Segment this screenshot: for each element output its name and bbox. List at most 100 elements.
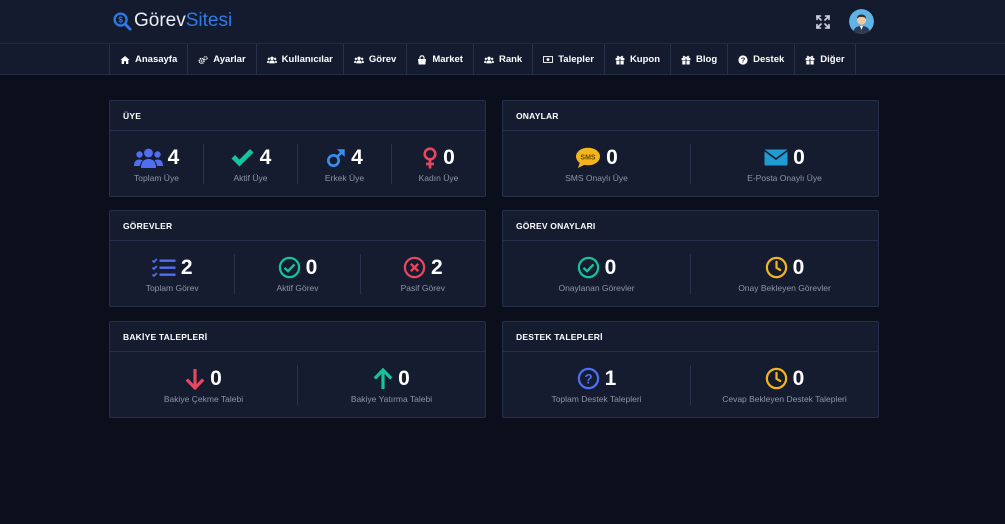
stat-top: 0 [422,146,455,170]
card-bakiye-talepleri: BAKİYE TALEPLERİ 0 Bakiye Çekme Talebi 0… [109,321,486,418]
stats-row: SMS 0 SMS Onaylı Üye 0 E-Posta Onaylı Üye [503,131,878,197]
stats-row: 4 Toplam Üye 4 Aktif Üye 4 Erkek Üye 0 K… [110,131,485,197]
stats-row: ? 1 Toplam Destek Talepleri 0 Cevap Bekle… [503,352,878,418]
users-icon [266,56,277,63]
users-icon [353,56,364,63]
stat-item: 0 Cevap Bekleyen Destek Talepleri [691,365,878,405]
stat-value: 0 [443,145,455,169]
stat-top: ? 1 [577,366,617,391]
shopping-bag-icon [418,54,427,64]
nav-item-rank[interactable]: Rank [474,44,534,75]
card-title: BAKİYE TALEPLERİ [110,322,485,352]
top-bar: $ Görev Sitesi [0,0,1005,44]
stat-item: 0 E-Posta Onaylı Üye [691,144,878,184]
stat-top: 0 [577,255,617,280]
stat-top: SMS 0 [575,146,618,170]
stat-item: 2 Pasif Görev [361,254,485,294]
stat-label: Pasif Görev [400,282,446,293]
stat-value: 1 [604,366,617,390]
clock-icon [765,367,787,390]
stat-label: SMS Onaylı Üye [565,172,628,183]
nav-item-talepler[interactable]: Talepler [533,44,605,75]
users-icon [483,56,494,63]
stat-label: Aktif Üye [233,172,268,183]
question-circle-icon: ? [577,367,599,390]
main-nav-bar: Anasayfa Ayarlar Kullanıcılar Görev Market Ra… [0,44,1005,75]
fullscreen-icon[interactable] [815,14,831,30]
nav-item-destek[interactable]: ? Destek [728,44,796,75]
stat-top: 0 [765,255,805,280]
nav-label: Destek [753,54,785,65]
stat-item: 0 Onaylanan Görevler [503,254,691,294]
stat-item: SMS 0 SMS Onaylı Üye [503,144,691,184]
stat-item: 2 Toplam Görev [110,254,236,294]
stat-label: Kadın Üye [418,172,459,183]
check-icon [231,148,254,166]
nav-icon [483,55,494,65]
nav-label: Talepler [558,54,594,65]
card-destek-talepleri: DESTEK TALEPLERİ ? 1 Toplam Destek Talepl… [502,321,879,418]
site-logo[interactable]: $ Görev Sitesi [113,10,232,32]
logo-text-part1: Görev [134,10,186,31]
stat-item: 0 Aktif Görev [235,254,361,294]
arrow-up-icon [373,367,393,389]
nav-icon [417,54,427,65]
stat-top: 0 [373,367,410,391]
stat-item: 0 Bakiye Yatırma Talebi [298,365,485,405]
nav-icon: ? [738,54,748,65]
stat-value: 2 [430,255,443,279]
stat-value: 0 [210,366,222,390]
nav-label: Diğer [820,54,845,65]
nav-label: Ayarlar [213,54,246,65]
stat-value: 0 [604,255,617,279]
stat-value: 0 [305,255,318,279]
card-title: DESTEK TALEPLERİ [503,322,878,352]
stat-value: 4 [259,145,272,169]
nav-label: Kullanıcılar [281,54,333,65]
stat-item: 4 Toplam Üye [110,144,204,184]
stats-row: 0 Bakiye Çekme Talebi 0 Bakiye Yatırma T… [110,352,485,418]
stats-row: 0 Onaylanan Görevler 0 Onay Bekleyen Gör… [503,241,878,307]
stat-label: Toplam Görev [145,282,199,293]
stat-label: Bakiye Çekme Talebi [163,393,244,404]
nav-item-anasayfa[interactable]: Anasayfa [110,44,189,75]
nav-item-kullanıcılar[interactable]: Kullanıcılar [257,44,344,75]
question-circle-icon: ? [738,54,748,65]
stat-value: 0 [606,145,618,169]
envelope-icon [764,149,789,166]
stat-top: 0 [765,367,804,391]
svg-text:?: ? [741,55,746,64]
stat-value: 0 [792,255,805,279]
nav-item-görev[interactable]: Görev [344,44,408,75]
nav-icon [805,55,815,65]
stat-top: 2 [403,256,443,280]
card-gorev-onaylari: GÖREV ONAYLARI 0 Onaylanan Görevler 0 On… [502,210,879,307]
nav-item-blog[interactable]: Blog [671,44,729,75]
nav-item-ayarlar[interactable]: Ayarlar [188,44,257,75]
gift-icon [805,55,815,64]
clock-icon [765,256,787,279]
money-icon [543,55,554,63]
stat-top: 2 [151,255,193,280]
stat-top: 0 [278,255,318,280]
stat-label: Cevap Bekleyen Destek Talepleri [722,393,847,404]
nav-icon [120,55,130,65]
stat-value: 0 [398,366,410,390]
stat-label: E-Posta Onaylı Üye [747,172,822,183]
logo-text-part2: Sitesi [185,10,233,31]
nav-item-kupon[interactable]: Kupon [605,44,672,75]
sms-icon: SMS [576,147,601,168]
card-title: ONAYLAR [503,101,878,131]
stat-label: Bakiye Yatırma Talebi [350,393,433,404]
cogs-icon [198,55,208,64]
home-icon [120,55,130,64]
nav-item-diğer[interactable]: Diğer [795,44,856,75]
card-title: GÖREV ONAYLARI [503,211,878,241]
nav-item-market[interactable]: Market [407,44,474,75]
stats-row: 2 Toplam Görev 0 Aktif Görev 2 Pasif Gör… [110,241,485,307]
stat-value: 2 [180,255,193,279]
stat-top: 4 [133,146,179,170]
stat-item: ? 1 Toplam Destek Talepleri [503,365,691,405]
user-avatar[interactable] [849,9,874,34]
times-circle-icon [403,256,426,279]
